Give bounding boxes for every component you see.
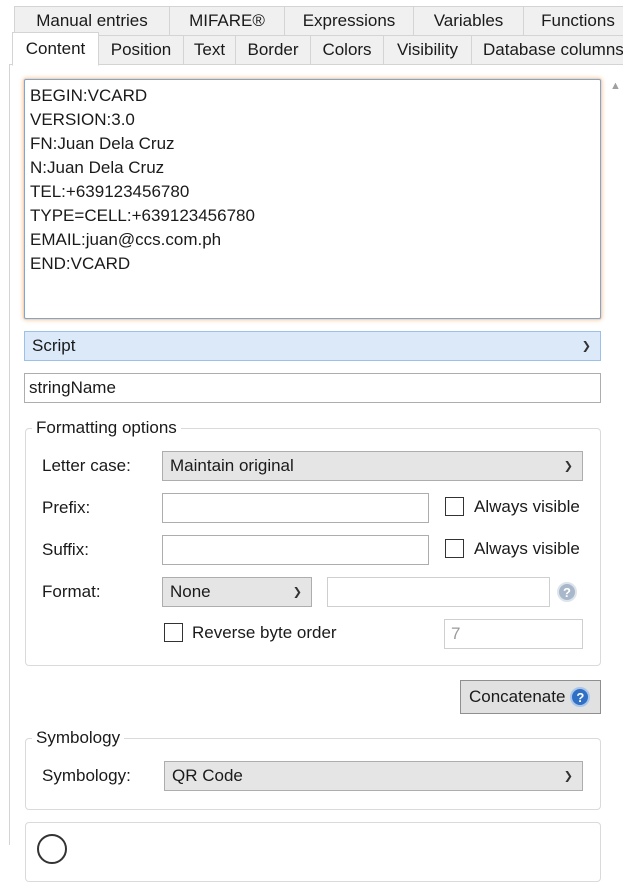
prefix-always-visible-checkbox[interactable]: [445, 497, 464, 516]
reverse-byte-order-label[interactable]: Reverse byte order: [192, 623, 337, 643]
letter-case-label: Letter case:: [42, 456, 131, 475]
tab-colors[interactable]: Colors: [310, 35, 384, 65]
content-line: VERSION:3.0: [30, 110, 135, 129]
format-label: Format:: [42, 582, 101, 601]
chevron-down-icon: ❯: [563, 460, 573, 473]
content-line: TEL:+639123456780: [30, 182, 190, 201]
letter-case-select[interactable]: Maintain original ❯: [162, 451, 583, 481]
concatenate-button[interactable]: Concatenate ?: [460, 680, 601, 714]
prefix-label: Prefix:: [42, 498, 91, 517]
suffix-input[interactable]: [162, 535, 429, 565]
format-value: None: [170, 582, 211, 601]
prefix-always-visible-label[interactable]: Always visible: [474, 497, 580, 517]
content-line: EMAIL:juan@ccs.com.ph: [30, 230, 222, 249]
suffix-always-visible-label[interactable]: Always visible: [474, 539, 580, 559]
chevron-down-icon: ❯: [563, 770, 573, 783]
byte-count-input[interactable]: 7: [444, 619, 583, 649]
symbology-value: QR Code: [172, 766, 243, 785]
letter-case-value: Maintain original: [170, 456, 294, 475]
chevron-down-icon: ❯: [581, 340, 591, 353]
format-select[interactable]: None ❯: [162, 577, 312, 607]
content-line: FN:Juan Dela Cruz: [30, 134, 175, 153]
concatenate-label: Concatenate: [469, 687, 566, 706]
variable-name-input[interactable]: stringName: [24, 373, 601, 403]
symbology-select[interactable]: QR Code ❯: [164, 761, 583, 791]
content-text-area[interactable]: BEGIN:VCARD VERSION:3.0 FN:Juan Dela Cru…: [24, 79, 601, 319]
radio-icon[interactable]: [37, 834, 67, 864]
content-source-select[interactable]: Script ❯: [24, 331, 601, 361]
tab-border[interactable]: Border: [235, 35, 311, 65]
chevron-down-icon: ❯: [292, 586, 302, 599]
tab-text[interactable]: Text: [183, 35, 236, 65]
tab-variables[interactable]: Variables: [413, 6, 524, 36]
prefix-input[interactable]: [162, 493, 429, 523]
tab-visibility[interactable]: Visibility: [383, 35, 472, 65]
variable-name-value: stringName: [29, 378, 116, 397]
content-line: N:Juan Dela Cruz: [30, 158, 165, 177]
tab-database-columns[interactable]: Database columns: [471, 35, 623, 65]
format-help-icon[interactable]: ?: [557, 582, 577, 602]
tab-content[interactable]: Content: [12, 32, 99, 66]
tab-position[interactable]: Position: [98, 35, 184, 65]
suffix-always-visible-checkbox[interactable]: [445, 539, 464, 558]
tab-functions[interactable]: Functions: [523, 6, 623, 36]
tab-expressions[interactable]: Expressions: [284, 6, 414, 36]
suffix-label: Suffix:: [42, 540, 89, 559]
formatting-options-title: Formatting options: [32, 418, 181, 438]
tab-mifare[interactable]: MIFARE®: [169, 6, 285, 36]
concatenate-help-icon: ?: [570, 687, 591, 707]
byte-count-value: 7: [451, 624, 461, 643]
format-text-input[interactable]: [327, 577, 550, 607]
symbology-label: Symbology:: [42, 766, 131, 785]
content-source-value: Script: [32, 336, 76, 355]
content-line: BEGIN:VCARD: [30, 86, 148, 105]
next-group: [25, 822, 601, 882]
symbology-title: Symbology: [32, 728, 125, 748]
reverse-byte-order-checkbox[interactable]: [164, 623, 183, 642]
content-line: END:VCARD: [30, 254, 131, 273]
content-line: TYPE=CELL:+639123456780: [30, 206, 255, 225]
scroll-up-arrow-icon[interactable]: ▲: [608, 72, 623, 100]
